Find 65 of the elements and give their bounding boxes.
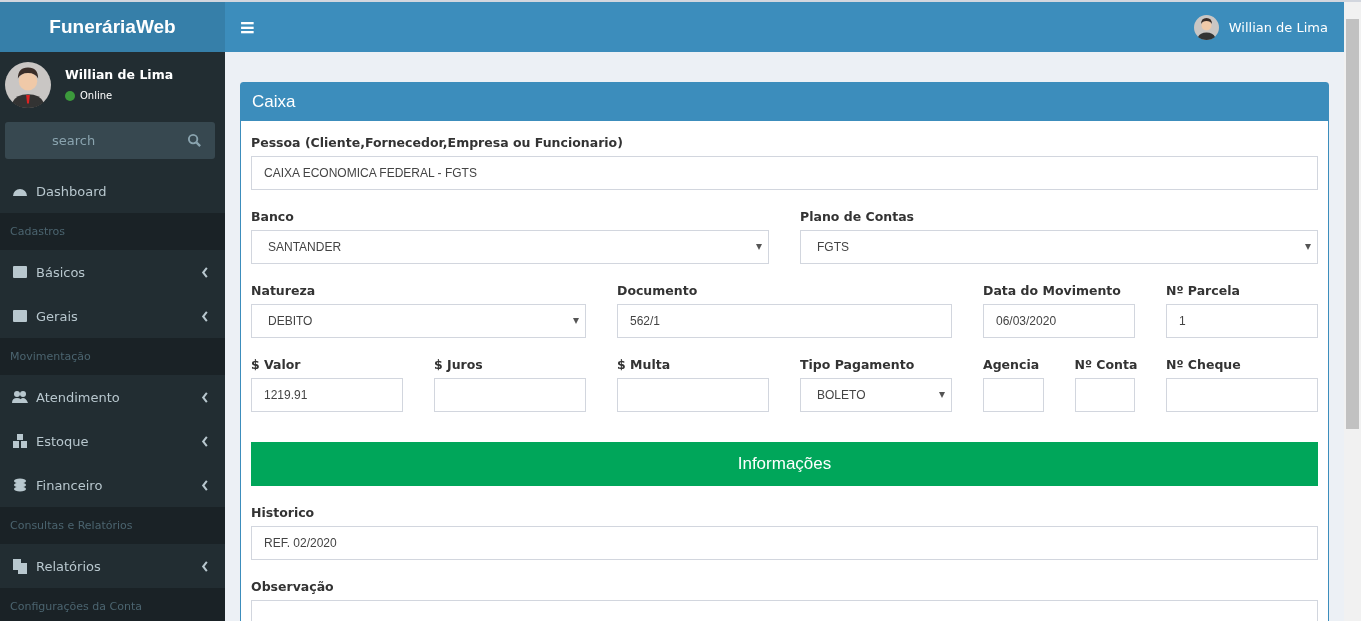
field-label: $ Valor [251, 357, 302, 372]
box-icon [12, 308, 28, 324]
input-field[interactable] [1166, 378, 1318, 412]
sidebar-section-header: Cadastros [0, 213, 225, 250]
caret-icon [939, 392, 945, 398]
input-field[interactable] [434, 378, 586, 412]
caret-icon [1305, 244, 1311, 250]
avatar-icon [5, 62, 51, 108]
sidebar-item[interactable]: Relatórios [36, 558, 193, 574]
select-field[interactable]: BOLETO [800, 378, 952, 412]
select-field[interactable]: DEBITO [251, 304, 586, 338]
input-field[interactable] [1074, 378, 1135, 412]
input-field[interactable] [617, 378, 769, 412]
select-field[interactable]: FGTS [800, 230, 1318, 264]
input-field[interactable]: 1219.91 [251, 378, 403, 412]
input-field[interactable]: 06/03/2020 [983, 304, 1135, 338]
sidebar-section-header: Movimentação [0, 338, 225, 375]
input-field[interactable]: 1 [1166, 304, 1318, 338]
online-dot [65, 90, 75, 101]
sidebar-item[interactable]: Gerais [36, 308, 193, 324]
docs-icon [12, 558, 28, 574]
caret-icon [573, 318, 579, 324]
field-label: Documento [617, 283, 699, 298]
field-label: Plano de Contas [800, 209, 915, 224]
panel-title: Caixa [241, 83, 1328, 121]
input-field[interactable] [983, 378, 1044, 412]
field-label: Pessoa (Cliente,Fornecedor,Empresa ou Funcionario) [251, 135, 624, 150]
brand-logo[interactable]: FuneráriaWeb [0, 2, 225, 52]
boxes-icon [12, 433, 28, 449]
sidebar-section-header: Configurações da Conta [0, 588, 225, 621]
sidebar-item[interactable]: Dashboard [36, 183, 209, 199]
section-banner: Informações [251, 442, 1318, 486]
sidebar-item[interactable]: Básicos [36, 264, 193, 280]
select-field[interactable]: SANTANDER [251, 230, 769, 264]
input-field[interactable]: REF. 02/2020 [251, 526, 1318, 560]
field-label: Tipo Pagamento [800, 357, 916, 372]
field-label: Nº Conta [1074, 357, 1135, 372]
user-status: Online [80, 90, 113, 101]
field-label: $ Juros [434, 357, 484, 372]
field-label: $ Multa [617, 357, 672, 372]
caret-icon [756, 244, 762, 250]
users-icon [12, 389, 28, 405]
menu-button[interactable]: ≡ [239, 15, 256, 39]
sidebar-item[interactable]: Atendimento [36, 389, 193, 405]
field-label: Data do Movimento [983, 283, 1122, 298]
sidebar-item[interactable]: Financeiro [36, 477, 193, 493]
sidebar-section-header: Consultas e Relatórios [0, 507, 225, 544]
avatar-icon [1193, 14, 1219, 40]
field-label: Natureza [251, 283, 317, 298]
coins-icon [12, 477, 28, 493]
sidebar-item[interactable]: Estoque [36, 433, 193, 449]
input-field[interactable]: CAIXA ECONOMICA FEDERAL - FGTS [251, 156, 1318, 190]
scrollbar[interactable] [1344, 2, 1361, 621]
field-label: Agencia [983, 357, 1041, 372]
search-icon[interactable] [187, 133, 202, 148]
field-label: Nº Parcela [1166, 283, 1241, 298]
field-label: Observação [251, 579, 335, 594]
user-menu-name[interactable]: Willian de Lima [1228, 19, 1328, 35]
user-name: Willian de Lima [65, 67, 174, 82]
field-label: Historico [251, 505, 316, 520]
search-field[interactable]: search [5, 122, 215, 159]
field-label: Banco [251, 209, 295, 224]
input-field[interactable]: 562/1 [617, 304, 952, 338]
box-icon [12, 264, 28, 280]
field-label: Nº Cheque [1166, 357, 1242, 372]
